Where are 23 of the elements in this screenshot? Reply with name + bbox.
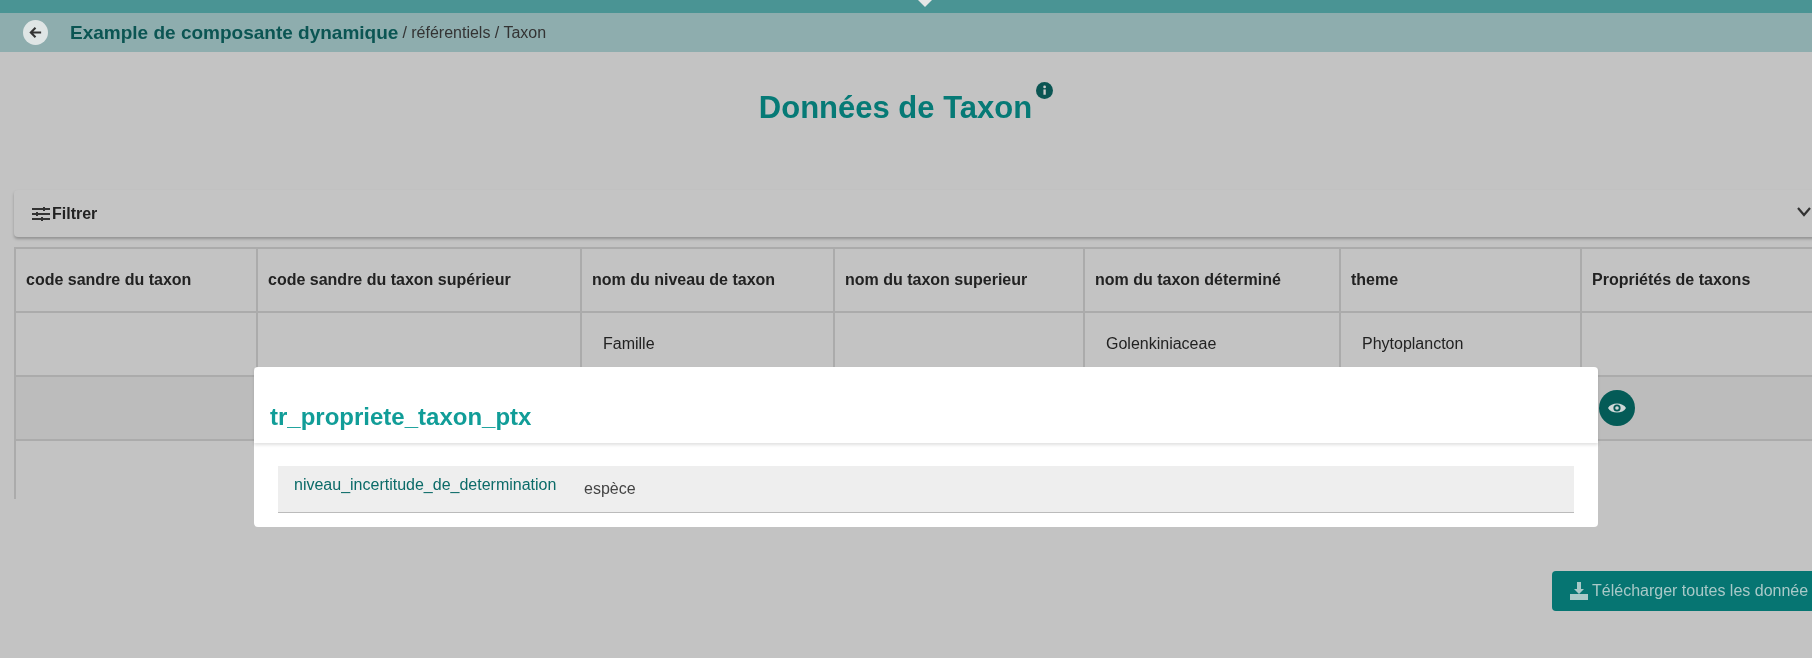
- column-header[interactable]: code sandre du taxon: [15, 248, 257, 312]
- column-header[interactable]: code sandre du taxon supérieur: [257, 248, 581, 312]
- back-button[interactable]: [23, 20, 48, 45]
- filter-button[interactable]: Filtrer: [14, 190, 1812, 237]
- property-name: niveau_incertitude_de_determination: [294, 476, 558, 495]
- view-button[interactable]: [1599, 390, 1635, 426]
- column-header[interactable]: nom du taxon déterminé: [1084, 248, 1340, 312]
- app-title[interactable]: Example de composante dynamique: [70, 21, 399, 44]
- chevron-down-icon[interactable]: [1797, 207, 1811, 217]
- column-header[interactable]: theme: [1340, 248, 1581, 312]
- page-title: Données de Taxon: [758, 90, 1033, 127]
- pointer-icon: [918, 0, 932, 7]
- sliders-icon[interactable]: [32, 205, 50, 222]
- column-header[interactable]: Propriétés de taxons: [1581, 248, 1812, 312]
- back-arrow-icon[interactable]: [28, 25, 43, 40]
- dialog-title: tr_propriete_taxon_ptx: [270, 403, 532, 431]
- info-icon[interactable]: [1036, 82, 1054, 99]
- download-icon[interactable]: [1570, 582, 1588, 600]
- column-header[interactable]: nom du taxon superieur: [834, 248, 1084, 312]
- breadcrumb-text: / référentiels / Taxon: [402, 23, 547, 42]
- column-header[interactable]: nom du niveau de taxon: [581, 248, 834, 312]
- eye-icon[interactable]: [1607, 401, 1627, 415]
- property-value: espèce: [584, 480, 636, 499]
